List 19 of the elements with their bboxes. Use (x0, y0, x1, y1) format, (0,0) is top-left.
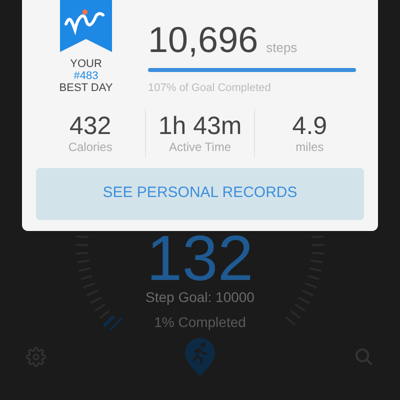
stat-label: Active Time (169, 140, 232, 154)
settings-icon[interactable] (26, 347, 46, 367)
stat-value: 432 (69, 112, 112, 140)
step-count: 132 (146, 233, 254, 283)
completed-text: 1% Completed (154, 313, 246, 332)
stat-value: 4.9 (292, 112, 328, 140)
runner-marker-icon[interactable] (183, 336, 217, 378)
step-goal-text: Step Goal: 10000 (146, 288, 254, 307)
steps-unit: steps (266, 39, 298, 57)
steps-value: 10,696 (148, 20, 258, 60)
personal-records-button[interactable]: SEE PERSONAL RECORDS (36, 168, 364, 220)
stat-label: miles (296, 140, 324, 154)
badge-text: YOUR (70, 58, 102, 70)
search-icon[interactable] (354, 347, 374, 367)
goal-text: 107% of Goal Completed (148, 81, 272, 96)
stat-label: Calories (68, 140, 112, 154)
badge-text: BEST DAY (59, 82, 113, 94)
stat-value: 1h 43m (158, 112, 242, 140)
rank-text: #483 (74, 70, 98, 82)
